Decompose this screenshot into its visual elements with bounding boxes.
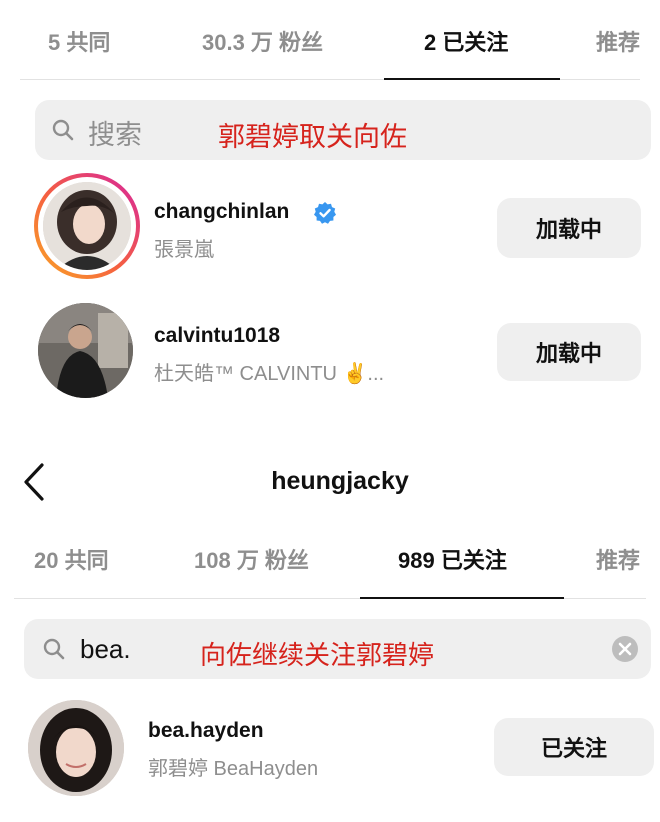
follow-status-button[interactable]: 加载中 (497, 323, 641, 381)
search-icon (52, 119, 74, 141)
tab-following[interactable]: 989 已关注 (398, 531, 507, 591)
full-name: 杜天皓™ CALVINTU ✌️... (154, 363, 385, 385)
tab-following[interactable]: 2 已关注 (424, 13, 508, 73)
red-annotation: 向佐继续关注郭碧婷 (200, 640, 435, 670)
username[interactable]: bea.hayden (148, 719, 264, 743)
avatar[interactable] (28, 700, 124, 796)
profile-title: heungjacky (271, 467, 409, 495)
following-button[interactable]: 已关注 (494, 718, 654, 776)
red-annotation: 郭碧婷取关向佐 (218, 122, 407, 152)
tab-followers[interactable]: 108 万 粉丝 (194, 531, 309, 591)
active-tab-indicator (384, 78, 560, 80)
top-tab-bar: 5 共同 30.3 万 粉丝 2 已关注 推荐 (0, 13, 660, 73)
search-input[interactable]: bea. (80, 634, 131, 665)
search-icon (43, 638, 65, 660)
search-placeholder: 搜索 (88, 120, 142, 150)
tab-suggested[interactable]: 推荐 (596, 531, 640, 591)
tab-followers[interactable]: 30.3 万 粉丝 (202, 13, 323, 73)
active-tab-indicator (360, 597, 564, 599)
full-name: 郭碧婷 BeaHayden (148, 758, 319, 780)
bottom-tab-bar: 20 共同 108 万 粉丝 989 已关注 推荐 (0, 531, 660, 591)
tab-mutual[interactable]: 5 共同 (48, 13, 110, 73)
tab-mutual[interactable]: 20 共同 (34, 531, 109, 591)
avatar[interactable] (43, 182, 131, 270)
story-ring (34, 173, 140, 279)
verified-badge-icon (314, 202, 336, 224)
username[interactable]: calvintu1018 (154, 324, 280, 348)
full-name: 張景嵐 (154, 239, 214, 261)
follow-status-button[interactable]: 加载中 (497, 198, 641, 258)
clear-icon[interactable] (611, 635, 639, 663)
username[interactable]: changchinlan (154, 200, 289, 224)
tab-suggested[interactable]: 推荐 (596, 13, 640, 73)
avatar[interactable] (38, 303, 133, 398)
